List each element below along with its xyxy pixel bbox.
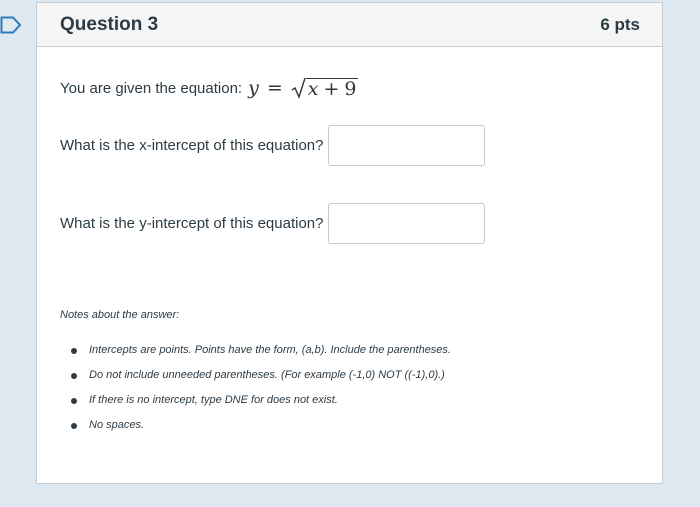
list-item: If there is no intercept, type DNE for d… (60, 388, 451, 413)
bookmark-icon[interactable] (0, 14, 22, 36)
x-intercept-row: What is the x-intercept of this equation… (60, 125, 486, 166)
bullet-icon (71, 373, 77, 379)
question-points: 6 pts (600, 14, 640, 34)
notes-title: Notes about the answer: (60, 309, 180, 321)
note-text: If there is no intercept, type DNE for d… (89, 394, 338, 406)
x-intercept-label: What is the x-intercept of this equation… (60, 137, 324, 154)
list-item: Do not include unneeded parentheses. (Fo… (60, 363, 451, 388)
equation-constant: 9 (344, 78, 357, 100)
equation-equals: = (266, 77, 283, 99)
equation-operator: + (323, 78, 340, 100)
bullet-icon (71, 348, 77, 354)
question-header: Question 3 6 pts (37, 3, 662, 47)
list-item: Intercepts are points. Points have the f… (60, 338, 451, 363)
equation: y = x +9 (248, 77, 358, 99)
y-intercept-label: What is the y-intercept of this equation… (60, 215, 324, 232)
note-text: Do not include unneeded parentheses. (Fo… (89, 369, 445, 381)
y-intercept-row: What is the y-intercept of this equation… (60, 203, 486, 244)
radicand: x +9 (305, 78, 358, 100)
question-card: Question 3 6 pts You are given the equat… (36, 2, 663, 484)
equation-variable: x (307, 78, 319, 100)
equation-lhs: y (248, 77, 259, 99)
bullet-icon (71, 398, 77, 404)
y-intercept-input[interactable] (328, 203, 486, 244)
equation-line: You are given the equation: y = x +9 (60, 77, 358, 99)
note-text: No spaces. (89, 419, 145, 431)
question-title: Question 3 (60, 13, 159, 35)
equation-prompt: You are given the equation: (60, 79, 243, 97)
x-intercept-input[interactable] (328, 125, 486, 166)
note-text: Intercepts are points. Points have the f… (89, 344, 451, 356)
notes-list: Intercepts are points. Points have the f… (60, 338, 451, 438)
radical-icon (291, 77, 306, 99)
square-root: x +9 (291, 77, 358, 99)
list-item: No spaces. (60, 413, 451, 438)
bullet-icon (71, 423, 77, 429)
